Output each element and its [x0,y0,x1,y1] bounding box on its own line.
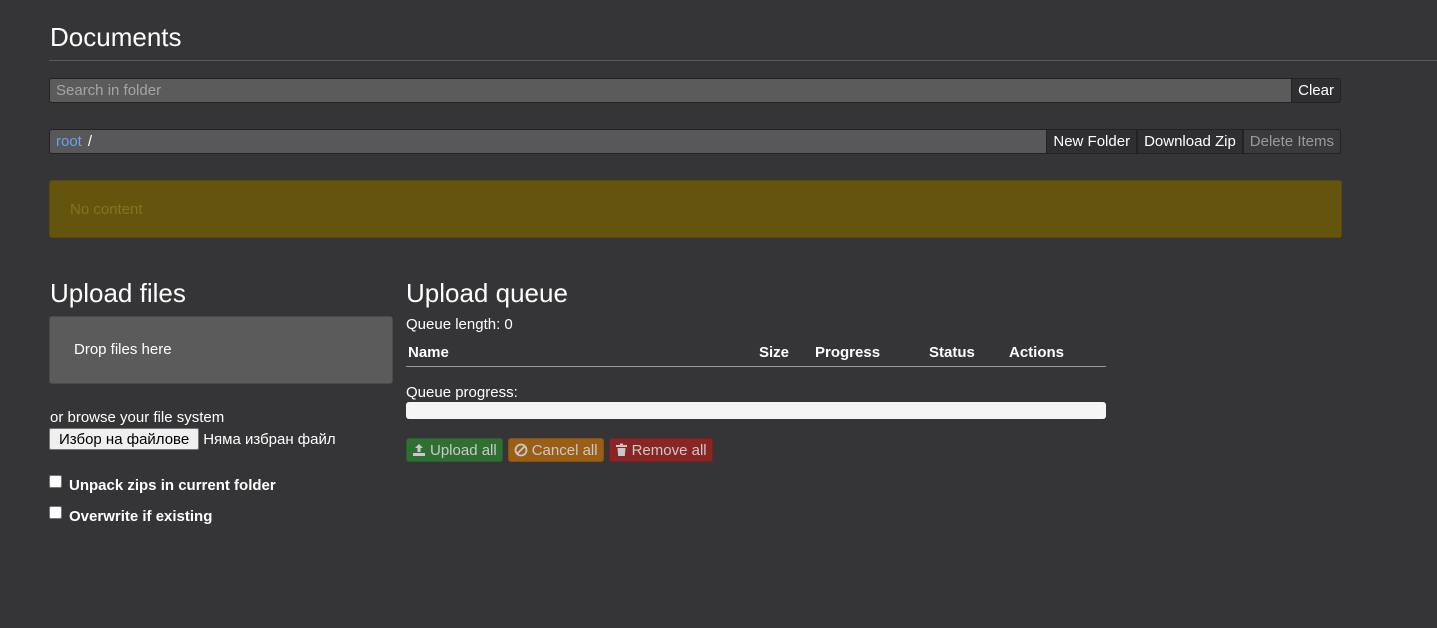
download-zip-button[interactable]: Download Zip [1137,129,1243,154]
unpack-zips-checkbox[interactable] [49,475,62,488]
overwrite-label: Overwrite if existing [69,508,213,525]
breadcrumb-root-link[interactable]: root [56,133,82,150]
breadcrumb: root / [49,129,1047,154]
new-folder-button[interactable]: New Folder [1046,129,1138,154]
queue-progress-bar [406,402,1106,419]
clear-search-button[interactable]: Clear [1291,78,1341,103]
drop-zone[interactable]: Drop files here [49,316,393,384]
page-title: Documents [50,22,182,52]
file-status: Няма избран файл [203,430,336,448]
overwrite-option: Overwrite if existing [49,506,212,525]
queue-table-header: Name Size Progress Status Actions [406,340,1106,367]
upload-icon [412,443,426,457]
browse-hint: or browse your file system [50,409,225,426]
drop-zone-label: Drop files here [74,341,172,358]
remove-all-label: Remove all [631,441,707,459]
search-input[interactable] [49,78,1292,103]
breadcrumb-separator: / [87,133,93,150]
column-header-actions: Actions [1009,344,1065,361]
choose-files-button[interactable]: Избор на файлове [49,428,200,450]
queue-actions: Upload all Cancel all Remove all [406,438,713,462]
unpack-zips-label: Unpack zips in current folder [69,477,276,494]
upload-all-label: Upload all [430,441,497,459]
column-header-progress: Progress [815,344,881,361]
column-header-size: Size [759,344,790,361]
column-header-status: Status [929,344,975,361]
overwrite-checkbox[interactable] [49,506,62,519]
trash-icon [615,443,628,457]
breadcrumb-toolbar: root / New Folder Download Zip Delete It… [49,129,1341,154]
upload-queue-title: Upload queue [406,278,568,308]
search-bar: Clear [49,78,1341,103]
cancel-all-button[interactable]: Cancel all [507,438,604,462]
title-divider [49,60,1437,61]
queue-length: Queue length: 0 [406,316,513,333]
cancel-all-label: Cancel all [531,441,598,459]
unpack-zips-option: Unpack zips in current folder [49,475,276,494]
empty-content-alert: No content [49,180,1342,238]
upload-all-button[interactable]: Upload all [406,438,503,462]
delete-items-button[interactable]: Delete Items [1242,129,1341,154]
column-header-name: Name [408,344,449,361]
queue-progress-label: Queue progress: [406,384,518,401]
upload-files-title: Upload files [50,278,186,308]
remove-all-button[interactable]: Remove all [608,438,713,462]
ban-icon [514,443,528,457]
file-chooser: Избор на файлове Няма избран файл [49,428,336,450]
